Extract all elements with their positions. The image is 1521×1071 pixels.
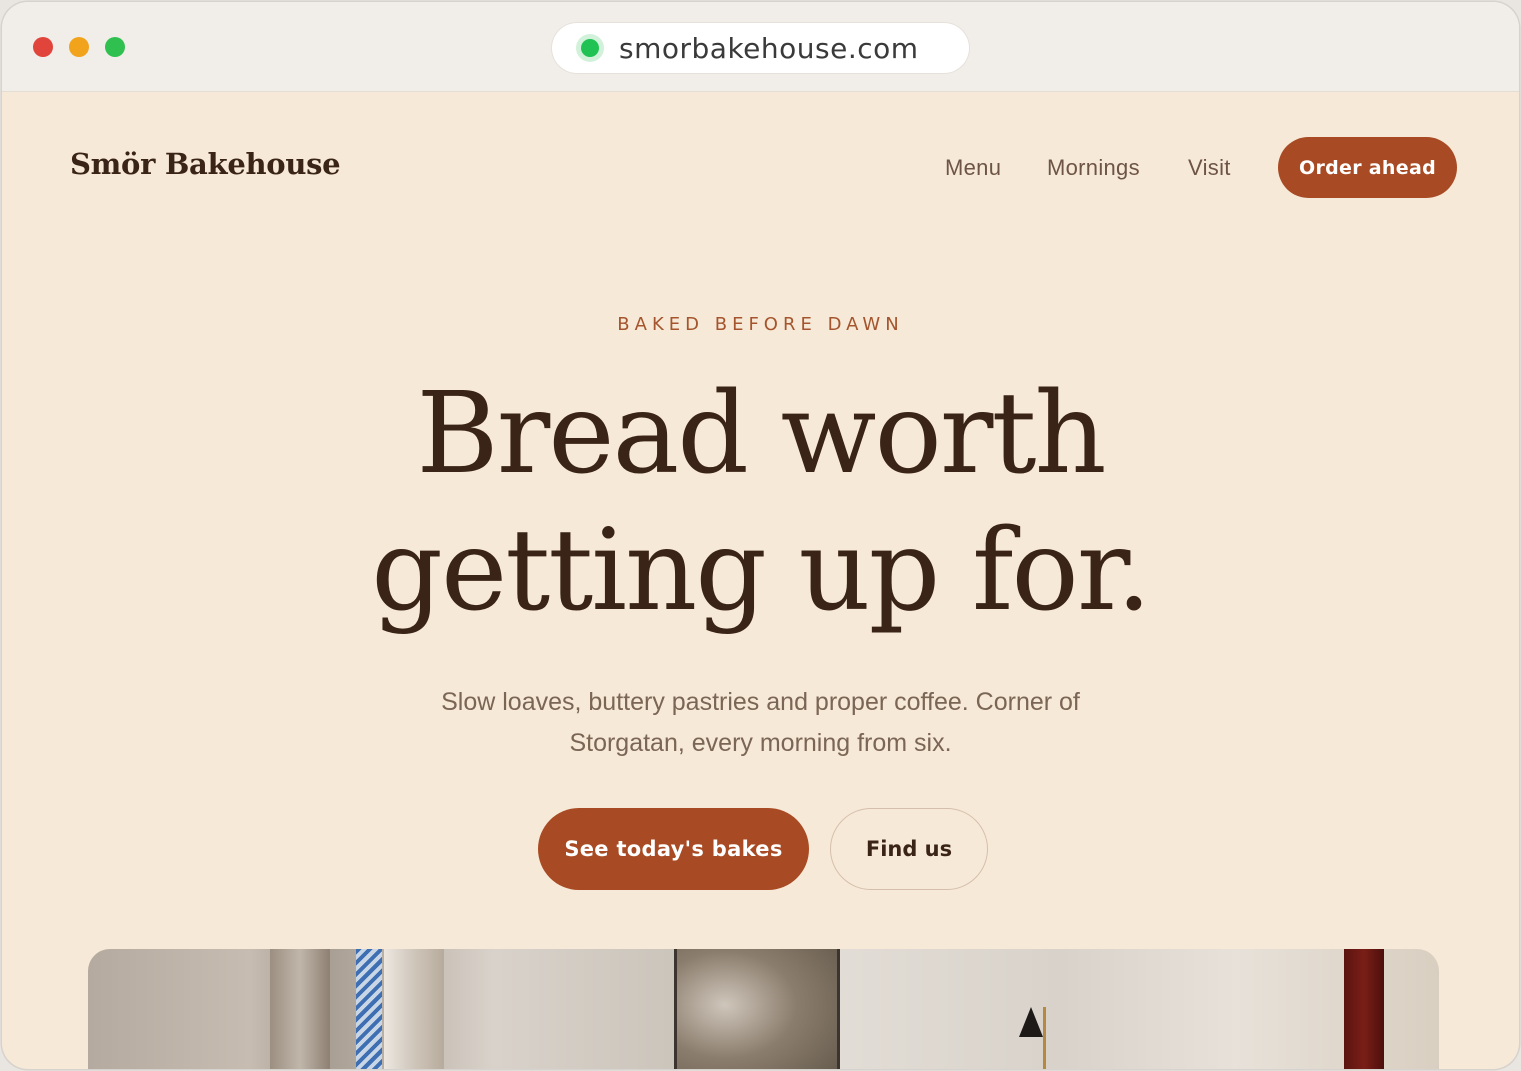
hero-photo <box>88 949 1439 1069</box>
window-zoom-icon[interactable] <box>105 37 125 57</box>
see-todays-bakes-button[interactable]: See today's bakes <box>538 808 809 890</box>
nav-link-visit[interactable]: Visit <box>1188 155 1231 181</box>
photo-lamp-pole <box>1043 1007 1046 1069</box>
photo-curtain <box>384 949 444 1069</box>
find-us-button[interactable]: Find us <box>830 808 988 890</box>
address-bar-url[interactable]: smorbakehouse.com <box>619 32 919 65</box>
browser-toolbar: smorbakehouse.com <box>2 2 1519 92</box>
photo-lamp <box>1019 1007 1043 1037</box>
site-logo[interactable]: Smör Bakehouse <box>70 147 341 181</box>
hero-headline: Bread worth getting up for. <box>2 366 1519 640</box>
address-bar[interactable]: smorbakehouse.com <box>552 23 969 73</box>
photo-window <box>356 949 382 1069</box>
order-ahead-button[interactable]: Order ahead <box>1278 137 1457 198</box>
hero-headline-line-2: getting up for. <box>371 506 1151 636</box>
hero-eyebrow: BAKED BEFORE DAWN <box>617 314 904 335</box>
window-close-icon[interactable] <box>33 37 53 57</box>
photo-curtain <box>270 949 330 1069</box>
nav-link-menu[interactable]: Menu <box>945 155 1001 181</box>
nav-link-mornings[interactable]: Mornings <box>1047 155 1140 181</box>
window-minimize-icon[interactable] <box>69 37 89 57</box>
hero-headline-line-1: Bread worth <box>416 369 1106 499</box>
secure-site-icon <box>576 34 604 62</box>
site-header: Smör Bakehouse Menu Mornings Visit Order… <box>2 91 1519 241</box>
hero-subtext: Slow loaves, buttery pastries and proper… <box>441 688 1080 757</box>
photo-door <box>1344 949 1384 1069</box>
photo-artwork <box>674 949 840 1069</box>
browser-window: smorbakehouse.com Smör Bakehouse Menu Mo… <box>2 2 1519 1069</box>
